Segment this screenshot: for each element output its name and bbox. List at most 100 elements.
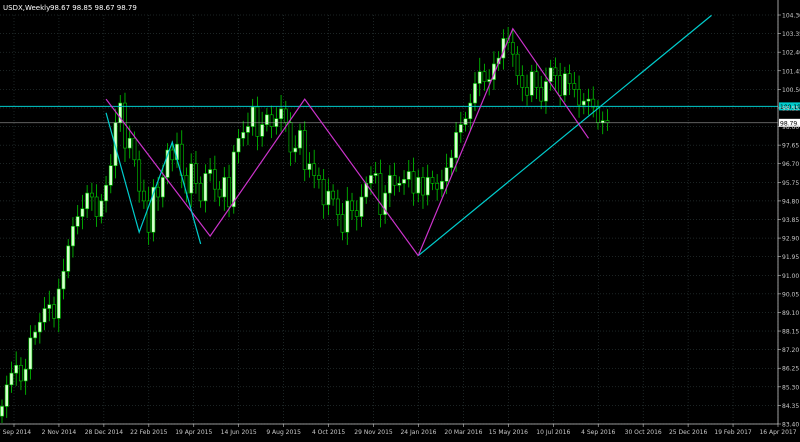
candle-body-down [302, 130, 307, 170]
candle-body-down [89, 192, 94, 198]
y-tick-label: 94.80 [782, 198, 799, 205]
x-tick-label: 19 Apr 2015 [175, 429, 212, 436]
y-tick-label: 102.40 [782, 50, 800, 57]
x-tick-label: 4 Sep 2016 [581, 429, 615, 436]
price-chart[interactable]: 100.1998.79 104.30103.35102.40101.45100.… [0, 0, 800, 438]
candle-body-up [99, 200, 104, 217]
candle-body-down [354, 210, 359, 217]
candle-body-up [246, 126, 250, 133]
candle-body-up [387, 175, 392, 194]
y-tick-label: 86.25 [782, 366, 799, 373]
y-tick-label: 85.30 [782, 384, 799, 391]
candle-body-down [194, 163, 198, 184]
candle-body-up [28, 337, 33, 370]
candle-body-up [203, 173, 208, 202]
candle-body-down [52, 304, 56, 319]
candle-body-up [458, 124, 463, 133]
x-tick-label: 20 Mar 2016 [444, 429, 482, 436]
candle-body-up [4, 384, 9, 407]
candle-body-down [132, 137, 137, 161]
candle-body-up [444, 167, 449, 182]
candle-body-up [47, 304, 52, 309]
candle-body-down [577, 89, 581, 106]
y-tick-label: 100.50 [782, 87, 800, 94]
candle-body-up [236, 137, 241, 153]
candle-body-up [264, 114, 269, 125]
y-tick-label: 98.60 [782, 124, 799, 131]
candle-body-down [156, 186, 160, 198]
chart-background [0, 0, 800, 438]
x-tick-label: 24 Jan 2016 [400, 429, 436, 436]
x-tick-label: 14 Jun 2015 [221, 429, 257, 436]
candle-body-up [544, 81, 548, 102]
candle-body-up [477, 71, 482, 84]
candle-body-up [425, 177, 430, 196]
candle-body-down [430, 177, 435, 184]
candle-body-down [288, 122, 293, 153]
candle-body-up [108, 165, 113, 186]
y-tick-label: 99.55 [782, 105, 799, 112]
x-tick-label: 25 Dec 2016 [669, 429, 708, 436]
candle-body-down [421, 177, 425, 196]
y-tick-label: 104.30 [782, 13, 800, 20]
candle-body-down [335, 198, 340, 215]
candle-body-up [473, 83, 477, 104]
x-tick-label: 28 Dec 2014 [85, 429, 124, 436]
x-tick-label: 15 May 2016 [489, 429, 528, 436]
candle-body-up [9, 372, 14, 386]
candle-body-down [94, 196, 99, 217]
candle-body-up [104, 184, 108, 202]
candle-body-down [411, 171, 416, 194]
candle-body-up [0, 406, 4, 417]
y-tick-label: 97.65 [782, 143, 799, 150]
candle-body-up [298, 130, 302, 149]
candle-body-up [23, 368, 28, 382]
y-tick-label: 95.75 [782, 180, 799, 187]
candle-body-down [515, 53, 520, 76]
candle-body-up [71, 226, 75, 247]
candle-body-up [250, 106, 255, 127]
y-tick-label: 96.70 [782, 161, 799, 168]
x-tick-label: 19 Feb 2017 [714, 429, 752, 436]
candle-body-down [534, 71, 539, 88]
candle-body-down [19, 364, 23, 382]
candle-body-up [416, 177, 421, 194]
candle-body-up [406, 171, 411, 180]
candle-body-up [241, 132, 246, 139]
x-tick-label: 30 Oct 2016 [625, 429, 662, 436]
chart-window[interactable]: 100.1998.79 104.30103.35102.40101.45100.… [0, 0, 800, 438]
candle-body-up [208, 169, 213, 174]
candle-body-down [331, 190, 336, 200]
y-tick-label: 91.00 [782, 273, 799, 280]
candle-body-down [392, 175, 397, 186]
candle-body-up [586, 98, 591, 102]
candle-body-up [127, 137, 132, 149]
candle [151, 179, 156, 242]
candle-body-up [37, 321, 42, 333]
candle-body-up [359, 196, 364, 217]
candle-body-down [269, 114, 274, 127]
y-tick-label: 101.45 [782, 68, 800, 75]
candle-body-up [581, 100, 586, 106]
candle-body-up [463, 118, 468, 125]
x-tick-label: 10 Jul 2016 [536, 429, 570, 436]
candle-body-up [222, 177, 227, 198]
candle-body-up [562, 73, 567, 96]
candle-body-up [529, 71, 534, 96]
candle-body-down [321, 179, 326, 206]
candle-body-down [283, 108, 288, 123]
candle-body-up [14, 364, 19, 374]
candle-body-down [482, 71, 487, 82]
candle-body-up [373, 173, 378, 176]
candle-body-up [66, 245, 71, 272]
candle-body-down [350, 200, 354, 211]
candle-body-down [539, 87, 544, 102]
y-tick-label: 93.85 [782, 217, 799, 224]
candle-body-up [231, 151, 236, 208]
x-tick-label: 2 Nov 2014 [42, 429, 77, 436]
candle-body-down [137, 159, 142, 192]
candle-body-up [468, 102, 473, 120]
candle-body-up [454, 132, 458, 159]
candle-body-up [402, 179, 406, 184]
candle-body-down [312, 163, 317, 176]
